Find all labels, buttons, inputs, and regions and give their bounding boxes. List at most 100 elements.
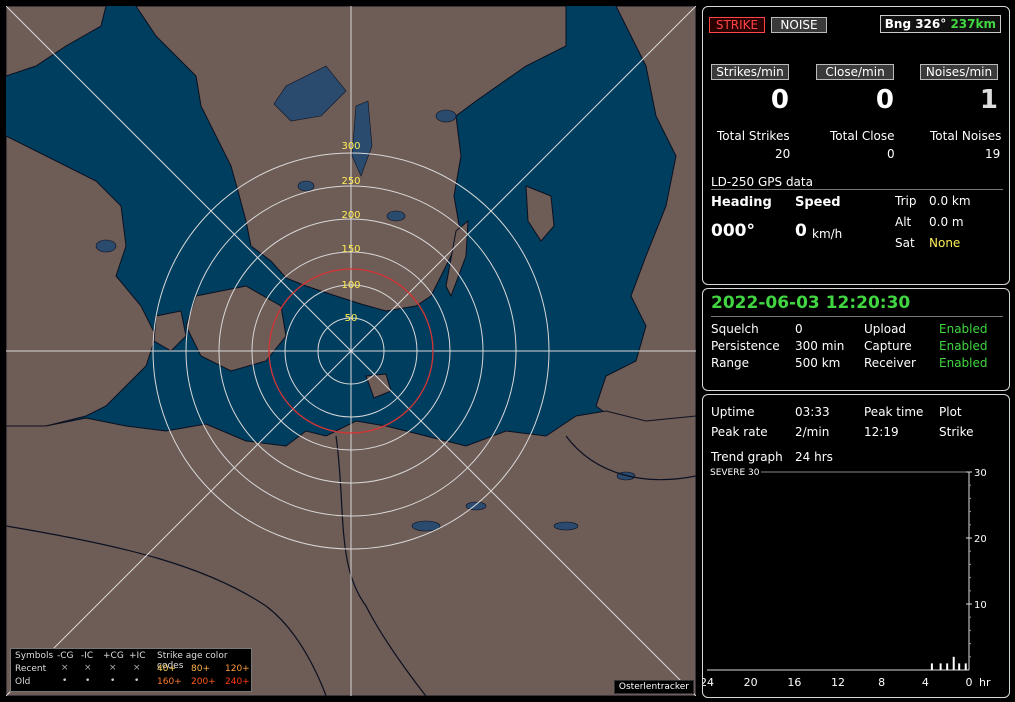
map-canvas: 50 100 150 200 250 300 [6, 6, 696, 696]
heading-value: 000° [711, 221, 755, 241]
stats-panel: Uptime 03:33 Peak time Plot Peak rate 2/… [702, 394, 1010, 698]
trend-span-value[interactable]: 24 hrs [795, 450, 833, 464]
peak-time-value: 12:19 [864, 425, 899, 439]
settings-panel: 2022-06-03 12:20:30 Squelch 0 Persistenc… [702, 288, 1010, 391]
legend-recent-symbol-2: × [84, 663, 92, 673]
legend-type-neg-ic: -IC [81, 651, 94, 661]
trend-bar [930, 663, 933, 670]
sat-label: Sat [895, 236, 915, 250]
legend-old-symbol-4: • [134, 676, 140, 686]
trend-bar [939, 663, 942, 670]
receiver-label: Receiver [864, 356, 916, 370]
peak-time-label: Peak time [864, 405, 924, 419]
legend-age-120: 120+ [225, 664, 250, 674]
map-credit: Osterlentracker [613, 680, 694, 694]
land-funen [153, 310, 187, 352]
peak-rate-value: 2/min [795, 425, 830, 439]
ring-label-250: 250 [341, 176, 360, 187]
heading-label: Heading [711, 195, 772, 210]
legend-type-neg-cg: -CG [57, 651, 74, 661]
peak-rate-label: Peak rate [711, 425, 768, 439]
upload-label: Upload [864, 322, 907, 336]
ring-label-100: 100 [341, 280, 360, 291]
legend-symbols-label: Symbols [15, 651, 54, 661]
noise-indicator[interactable]: NOISE [771, 17, 827, 33]
land-east [595, 6, 696, 427]
trend-y-tick-label: 10 [974, 600, 987, 611]
strike-map[interactable]: 50 100 150 200 250 300 Symbols -CG -IC +… [6, 6, 696, 696]
datetime-separator [711, 316, 1003, 317]
trend-x-tick-label: 24 [703, 676, 714, 689]
total-noises-label: Total Noises [930, 129, 1002, 143]
receiver-value[interactable]: Enabled [939, 356, 988, 370]
capture-value[interactable]: Enabled [939, 339, 988, 353]
trip-label: Trip [895, 194, 917, 208]
map-grid [6, 6, 696, 696]
trend-x-ticks: 24 20 16 12 8 4 0 hr [703, 676, 991, 689]
total-strikes-label: Total Strikes [717, 129, 790, 143]
legend-age-80: 80+ [191, 664, 210, 674]
range-label: Range [711, 356, 750, 370]
ring-label-50: 50 [345, 313, 358, 324]
legend-type-pos-cg: +CG [103, 651, 124, 661]
gps-title: LD-250 GPS data [711, 175, 813, 189]
total-close-value: 0 [887, 147, 895, 161]
lake-small-6 [553, 521, 579, 531]
trend-x-tick-label: 0 [966, 676, 973, 689]
legend-age-200: 200+ [191, 677, 216, 687]
plot-value[interactable]: Strike [939, 425, 974, 439]
gps-separator [711, 189, 1003, 190]
legend-old-label: Old [15, 677, 31, 687]
speed-value: 0 [795, 221, 807, 241]
sat-value: None [929, 236, 961, 250]
strikes-per-min-value: 0 [770, 85, 789, 115]
noises-per-min-button[interactable]: Noises/min [920, 64, 998, 80]
land-gotland [525, 185, 555, 242]
trend-bar [952, 656, 955, 670]
strike-indicator[interactable]: STRIKE [709, 17, 765, 33]
legend-age-240: 240+ [225, 677, 250, 687]
trend-x-tick-label: 8 [878, 676, 885, 689]
uptime-value: 03:33 [795, 405, 830, 419]
trend-bar [958, 663, 961, 670]
trend-x-unit: hr [979, 676, 991, 689]
alt-value: 0.0 m [929, 215, 964, 229]
trend-x-tick-label: 4 [922, 676, 929, 689]
legend-old-symbol-3: • [110, 676, 116, 686]
lake-small-2 [297, 180, 315, 192]
trend-y-tick-label: 30 [974, 468, 987, 479]
close-per-min-button[interactable]: Close/min [816, 64, 894, 80]
lake-small-3 [386, 210, 406, 222]
upload-value[interactable]: Enabled [939, 322, 988, 336]
trip-value: 0.0 km [929, 194, 971, 208]
strikes-per-min-button[interactable]: Strikes/min [711, 64, 789, 80]
lake-small-5 [465, 501, 487, 511]
trend-y-tick-label: 20 [974, 534, 987, 545]
legend-type-pos-ic: +IC [129, 651, 146, 661]
alt-label: Alt [895, 215, 912, 229]
total-noises-value: 19 [985, 147, 1001, 161]
trend-x-tick-label: 16 [787, 676, 801, 689]
range-value[interactable]: 500 km [795, 356, 840, 370]
trend-graph: SEVERE 30 30 20 10 24 20 16 12 8 4 0 hr [703, 468, 991, 689]
legend-recent-symbol-3: × [109, 663, 117, 673]
distance-value: 237km [950, 17, 996, 31]
lake-small-1 [435, 109, 457, 123]
plot-label: Plot [939, 405, 962, 419]
land-norway [6, 6, 107, 77]
ring-label-200: 200 [341, 210, 360, 221]
speed-label: Speed [795, 195, 841, 210]
squelch-value[interactable]: 0 [795, 322, 803, 336]
legend-old-symbol-1: • [62, 676, 68, 686]
legend-age-160: 160+ [157, 677, 182, 687]
land-zealand [185, 285, 287, 372]
speed-unit: km/h [812, 227, 843, 241]
symbol-legend: Symbols -CG -IC +CG +IC Strike age color… [10, 648, 252, 692]
capture-label: Capture [864, 339, 912, 353]
trend-x-tick-label: 12 [831, 676, 845, 689]
datetime-display: 2022-06-03 12:20:30 [711, 293, 911, 313]
severe-label: SEVERE 30 [710, 468, 760, 478]
counter-panel: STRIKE NOISE Bng 326° 237km Strikes/min … [702, 6, 1010, 285]
total-close-label: Total Close [830, 129, 895, 143]
persistence-value[interactable]: 300 min [795, 339, 844, 353]
